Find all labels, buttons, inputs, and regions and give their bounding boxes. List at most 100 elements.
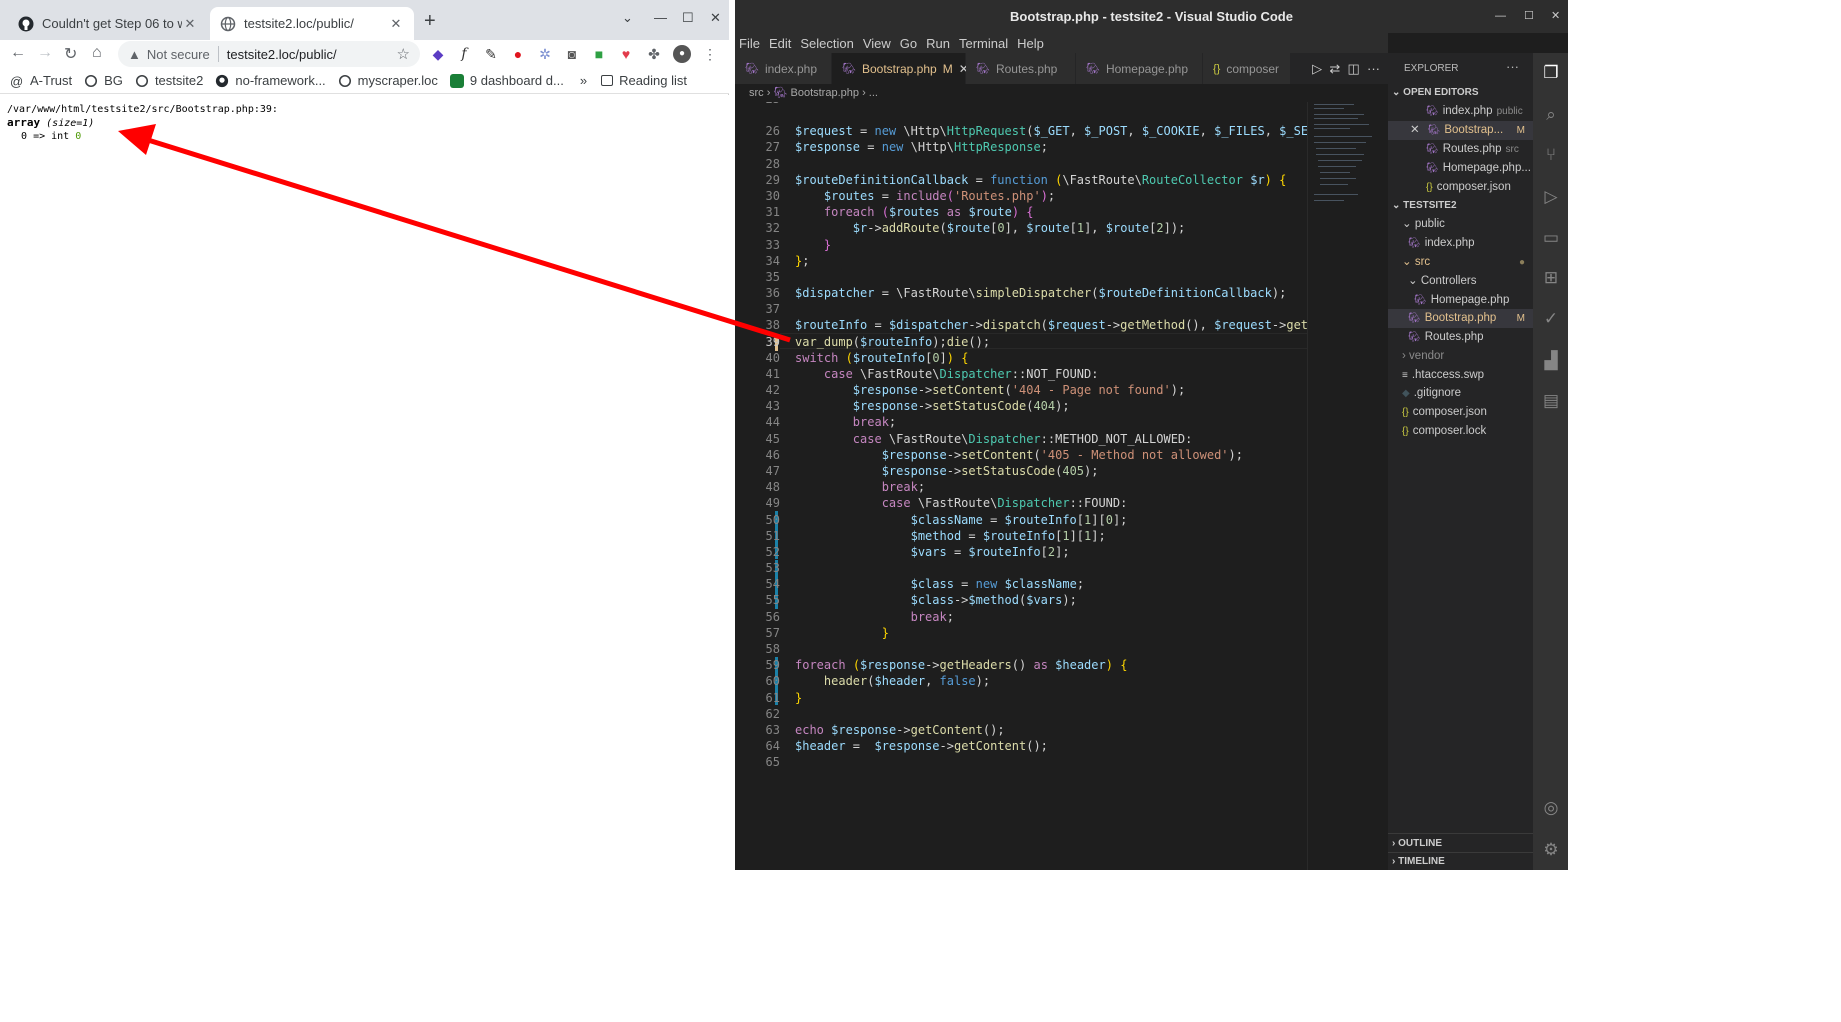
file-composer-lock[interactable]: {} composer.lock [1388, 422, 1533, 441]
breadcrumb-more[interactable]: ... [869, 87, 878, 99]
tab-bootstrap-php[interactable]: 🐘︎ Bootstrap.php M ✕ [832, 53, 969, 84]
folder-src[interactable]: ⌄ src ● [1388, 253, 1533, 272]
split-editor-icon[interactable]: ◫ [1347, 61, 1359, 76]
reload-icon[interactable]: ↻ [64, 44, 77, 64]
menu-terminal[interactable]: Terminal [959, 36, 1008, 51]
maximize-icon[interactable]: ☐ [1524, 0, 1534, 33]
menu-run[interactable]: Run [926, 36, 950, 51]
remote-explorer-icon[interactable]: ▭ [1541, 228, 1561, 248]
bookmarks-overflow-button[interactable]: » [580, 73, 587, 88]
code-line: $request = new \Http\HttpRequest($_GET, … [795, 124, 1307, 138]
menu-file[interactable]: File [739, 36, 760, 51]
maximize-icon[interactable]: ☐ [682, 10, 694, 26]
source-control-icon[interactable]: ⑂ [1541, 145, 1561, 165]
outline-section[interactable]: › OUTLINE [1392, 838, 1442, 849]
menu-edit[interactable]: Edit [769, 36, 791, 51]
file-homepage-php[interactable]: 🐘︎ Homepage.php [1388, 291, 1533, 310]
search-icon[interactable]: ⌕ [1541, 105, 1561, 125]
bookmark-a-trust[interactable]: @ A-Trust [10, 73, 72, 89]
open-editors-section[interactable]: ⌄ OPEN EDITORS [1392, 87, 1479, 98]
tab-homepage-php[interactable]: 🐘︎ Homepage.php [1076, 53, 1203, 84]
pocket-extension-icon[interactable]: ♥ [617, 45, 635, 63]
camera-extension-icon[interactable]: ◙ [563, 45, 581, 63]
tab-routes-php[interactable]: 🐘︎ Routes.php [966, 53, 1076, 84]
more-actions-icon[interactable]: ··· [1367, 61, 1380, 76]
project-section[interactable]: ⌄ TESTSITE2 [1392, 200, 1457, 211]
run-icon[interactable]: ▷ [1312, 61, 1322, 76]
formula-extension-icon[interactable]: f [455, 45, 473, 63]
extensions-icon[interactable]: ⊞ [1541, 268, 1561, 288]
gear-icon[interactable]: ⚙ [1541, 840, 1561, 860]
editor-scrollbar[interactable] [1375, 102, 1388, 870]
menu-selection[interactable]: Selection [800, 36, 853, 51]
url-text[interactable]: testsite2.loc/public/ [227, 47, 337, 62]
warning-icon[interactable]: ▲ [128, 47, 141, 62]
menu-kebab-icon[interactable]: ⋮ [701, 45, 719, 63]
menu-view[interactable]: View [863, 36, 891, 51]
back-icon[interactable]: ← [10, 44, 26, 62]
file-composer-json[interactable]: {} composer.json [1388, 403, 1533, 422]
bookmark-no-framework[interactable]: no-framework... [215, 73, 326, 88]
file-index-php[interactable]: 🐘︎ index.php [1388, 234, 1533, 253]
tab-composer-json[interactable]: {} composer [1203, 53, 1291, 84]
tab-search-icon[interactable]: ⌄ [622, 10, 633, 26]
close-icon[interactable]: ✕ [1410, 124, 1420, 136]
compare-icon[interactable]: ⇄ [1329, 61, 1340, 76]
profile-avatar[interactable]: ● [673, 45, 691, 63]
bookmark-myscraper[interactable]: myscraper.loc [338, 73, 438, 88]
forward-icon[interactable]: → [37, 44, 53, 62]
folder-public[interactable]: ⌄ public [1388, 215, 1533, 234]
minimap[interactable] [1307, 102, 1375, 870]
extension-icon[interactable]: ◆ [429, 45, 447, 63]
docker-icon[interactable]: ▟ [1541, 351, 1561, 371]
browser-tab-github[interactable]: Couldn't get Step 06 to wo ✕ [8, 7, 208, 40]
minimize-icon[interactable]: — [1495, 0, 1506, 33]
breadcrumb-file[interactable]: Bootstrap.php [791, 87, 860, 99]
file-gitignore[interactable]: ◆ .gitignore [1388, 384, 1533, 403]
minimize-icon[interactable]: — [654, 10, 667, 25]
bookmark-dashboard[interactable]: 9 dashboard d... [449, 73, 564, 88]
account-icon[interactable]: ◎ [1541, 798, 1561, 818]
breadcrumb-folder[interactable]: src [749, 87, 764, 99]
open-editor-routes[interactable]: 🐘︎ Routes.php src [1388, 140, 1533, 159]
menu-go[interactable]: Go [900, 36, 917, 51]
dump-arrow: => [33, 131, 46, 142]
timeline-section[interactable]: › TIMELINE [1392, 856, 1445, 867]
panel-icon[interactable]: ▤ [1541, 391, 1561, 411]
testing-icon[interactable]: ✓ [1541, 309, 1561, 329]
puzzle-icon[interactable]: ✤ [645, 45, 663, 63]
bookmark-testsite2[interactable]: testsite2 [135, 73, 203, 88]
opera-extension-icon[interactable]: ● [509, 45, 527, 63]
pencil-extension-icon[interactable]: ✎ [482, 45, 500, 63]
open-editor-composer[interactable]: {} composer.json [1388, 178, 1533, 197]
close-tab-icon[interactable]: ✕ [388, 16, 404, 32]
menu-help[interactable]: Help [1017, 36, 1044, 51]
open-editor-index[interactable]: 🐘︎ index.php public [1388, 102, 1533, 121]
folder-vendor[interactable]: › vendor [1388, 347, 1533, 366]
tab-index-php[interactable]: 🐘︎ index.php [735, 53, 832, 84]
bookmark-bg[interactable]: BG [84, 73, 123, 88]
close-window-icon[interactable]: ✕ [710, 10, 721, 26]
home-icon[interactable]: ⌂ [92, 44, 102, 62]
new-tab-button[interactable]: + [424, 10, 436, 33]
gear-extension-icon[interactable]: ✲ [536, 45, 554, 63]
security-label[interactable]: Not secure [147, 47, 210, 62]
close-window-icon[interactable]: ✕ [1551, 0, 1560, 33]
folder-controllers[interactable]: ⌄ Controllers [1388, 272, 1533, 291]
address-bar[interactable]: ▲ Not secure testsite2.loc/public/ ☆ [118, 41, 420, 67]
close-tab-icon[interactable]: ✕ [182, 16, 198, 32]
open-editor-homepage[interactable]: 🐘︎ Homepage.php... [1388, 159, 1533, 178]
open-editor-bootstrap[interactable]: ✕ 🐘︎ Bootstrap... M [1388, 121, 1533, 140]
file-htaccess-swp[interactable]: ≡ .htaccess.swp [1388, 366, 1533, 385]
more-actions-icon[interactable]: ··· [1506, 59, 1519, 74]
file-routes-php[interactable]: 🐘︎ Routes.php [1388, 328, 1533, 347]
files-icon[interactable]: ❐ [1541, 63, 1561, 83]
browser-tab-testsite2[interactable]: testsite2.loc/public/ ✕ [210, 7, 414, 40]
green-extension-icon[interactable]: ■ [590, 45, 608, 63]
code-editor[interactable]: 25 26 27 28 29 30 31 32 33 34 35 36 37 3… [735, 102, 1307, 870]
reading-list-button[interactable]: Reading list [601, 73, 687, 88]
code-line: case \FastRoute\Dispatcher::METHOD_NOT_A… [852, 432, 1193, 446]
run-debug-icon[interactable]: ▷ [1541, 187, 1561, 207]
bookmark-star-icon[interactable]: ☆ [397, 45, 410, 63]
file-bootstrap-php[interactable]: 🐘︎ Bootstrap.php M [1388, 309, 1533, 328]
